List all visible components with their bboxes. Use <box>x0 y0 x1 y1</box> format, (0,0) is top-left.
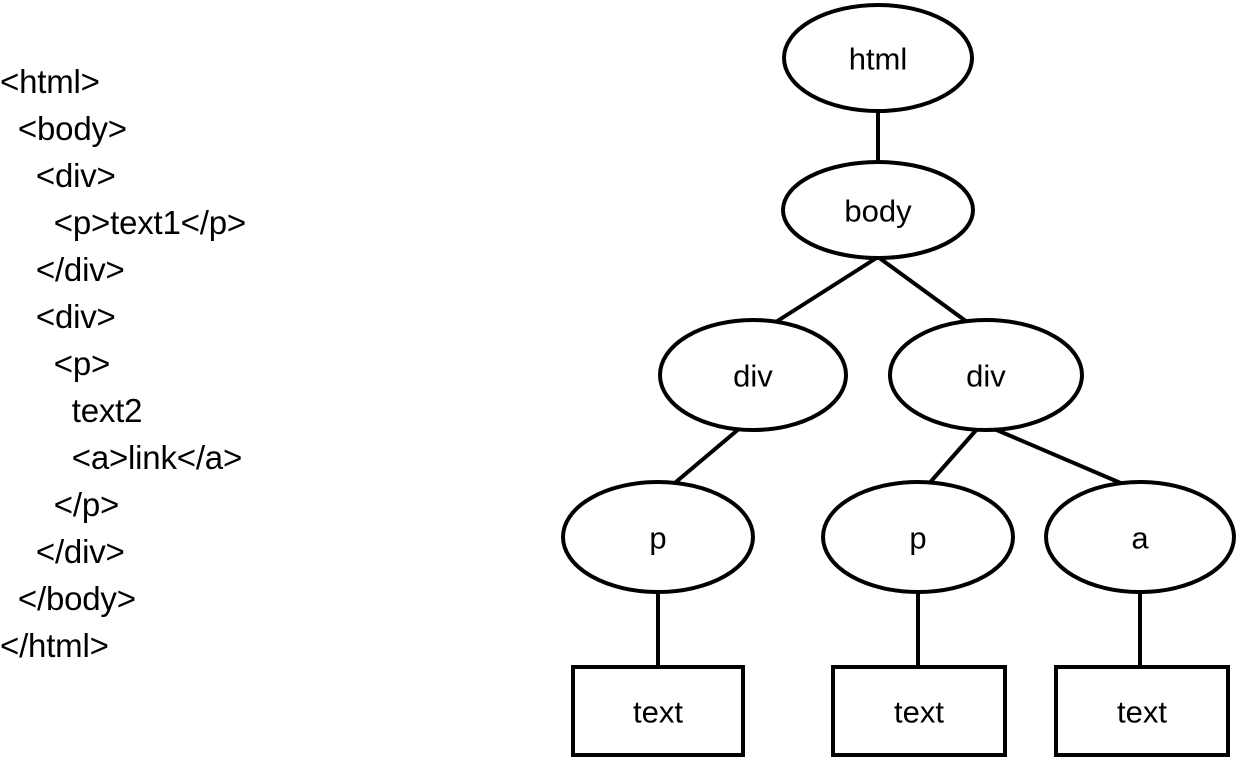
tree-node-label-text3: text <box>1117 695 1167 730</box>
tree-node-text2[interactable]: text <box>831 665 1007 757</box>
tree-node-label-text1: text <box>633 695 683 730</box>
code-line: <a>link</a> <box>0 439 243 476</box>
tree-edge-div2-to-p2 <box>924 426 980 489</box>
tree-node-body[interactable]: body <box>781 160 975 260</box>
tree-node-p1[interactable]: p <box>561 480 755 594</box>
code-line: text2 <box>0 392 143 429</box>
code-line: <html> <box>0 63 100 100</box>
code-line: </div> <box>0 251 125 288</box>
code-line: <div> <box>0 157 116 194</box>
tree-node-label-p1: p <box>649 521 666 556</box>
tree-node-label-html: html <box>849 42 908 77</box>
code-line: </body> <box>0 580 136 617</box>
dom-tree-svg: html body div div p p a text text text <box>561 3 1236 757</box>
tree-node-html[interactable]: html <box>782 3 974 113</box>
code-line: <p>text1</p> <box>0 204 246 241</box>
code-line: <p> <box>0 345 111 382</box>
tree-node-div1[interactable]: div <box>658 318 848 432</box>
tree-node-label-body: body <box>844 194 912 229</box>
dom-tree-diagram: html body div div p p a text text text <box>540 0 1240 762</box>
code-line: <body> <box>0 110 127 147</box>
code-line: <div> <box>0 298 116 335</box>
tree-edge-div1-to-p1 <box>668 426 742 489</box>
tree-edge-body-to-div2 <box>876 255 976 329</box>
tree-node-text1[interactable]: text <box>571 665 745 757</box>
html-source-code-listing: <html> <body> <div> <p>text1</p> </div> … <box>0 58 540 669</box>
tree-node-a1[interactable]: a <box>1044 480 1236 594</box>
code-line: </div> <box>0 533 125 570</box>
tree-node-label-p2: p <box>909 521 926 556</box>
code-line: </html> <box>0 627 109 664</box>
tree-node-label-div1: div <box>733 359 773 394</box>
tree-node-label-a1: a <box>1131 521 1149 556</box>
tree-edge-body-to-div1 <box>766 255 880 329</box>
tree-node-text3[interactable]: text <box>1054 665 1230 757</box>
tree-node-label-div2: div <box>966 359 1006 394</box>
tree-node-p2[interactable]: p <box>821 480 1015 594</box>
code-line: </p> <box>0 486 120 523</box>
tree-node-layer: html body div div p p a text text text <box>561 3 1236 757</box>
tree-node-label-text2: text <box>894 695 944 730</box>
tree-edge-div2-to-a1 <box>991 426 1131 489</box>
tree-node-div2[interactable]: div <box>888 318 1084 432</box>
